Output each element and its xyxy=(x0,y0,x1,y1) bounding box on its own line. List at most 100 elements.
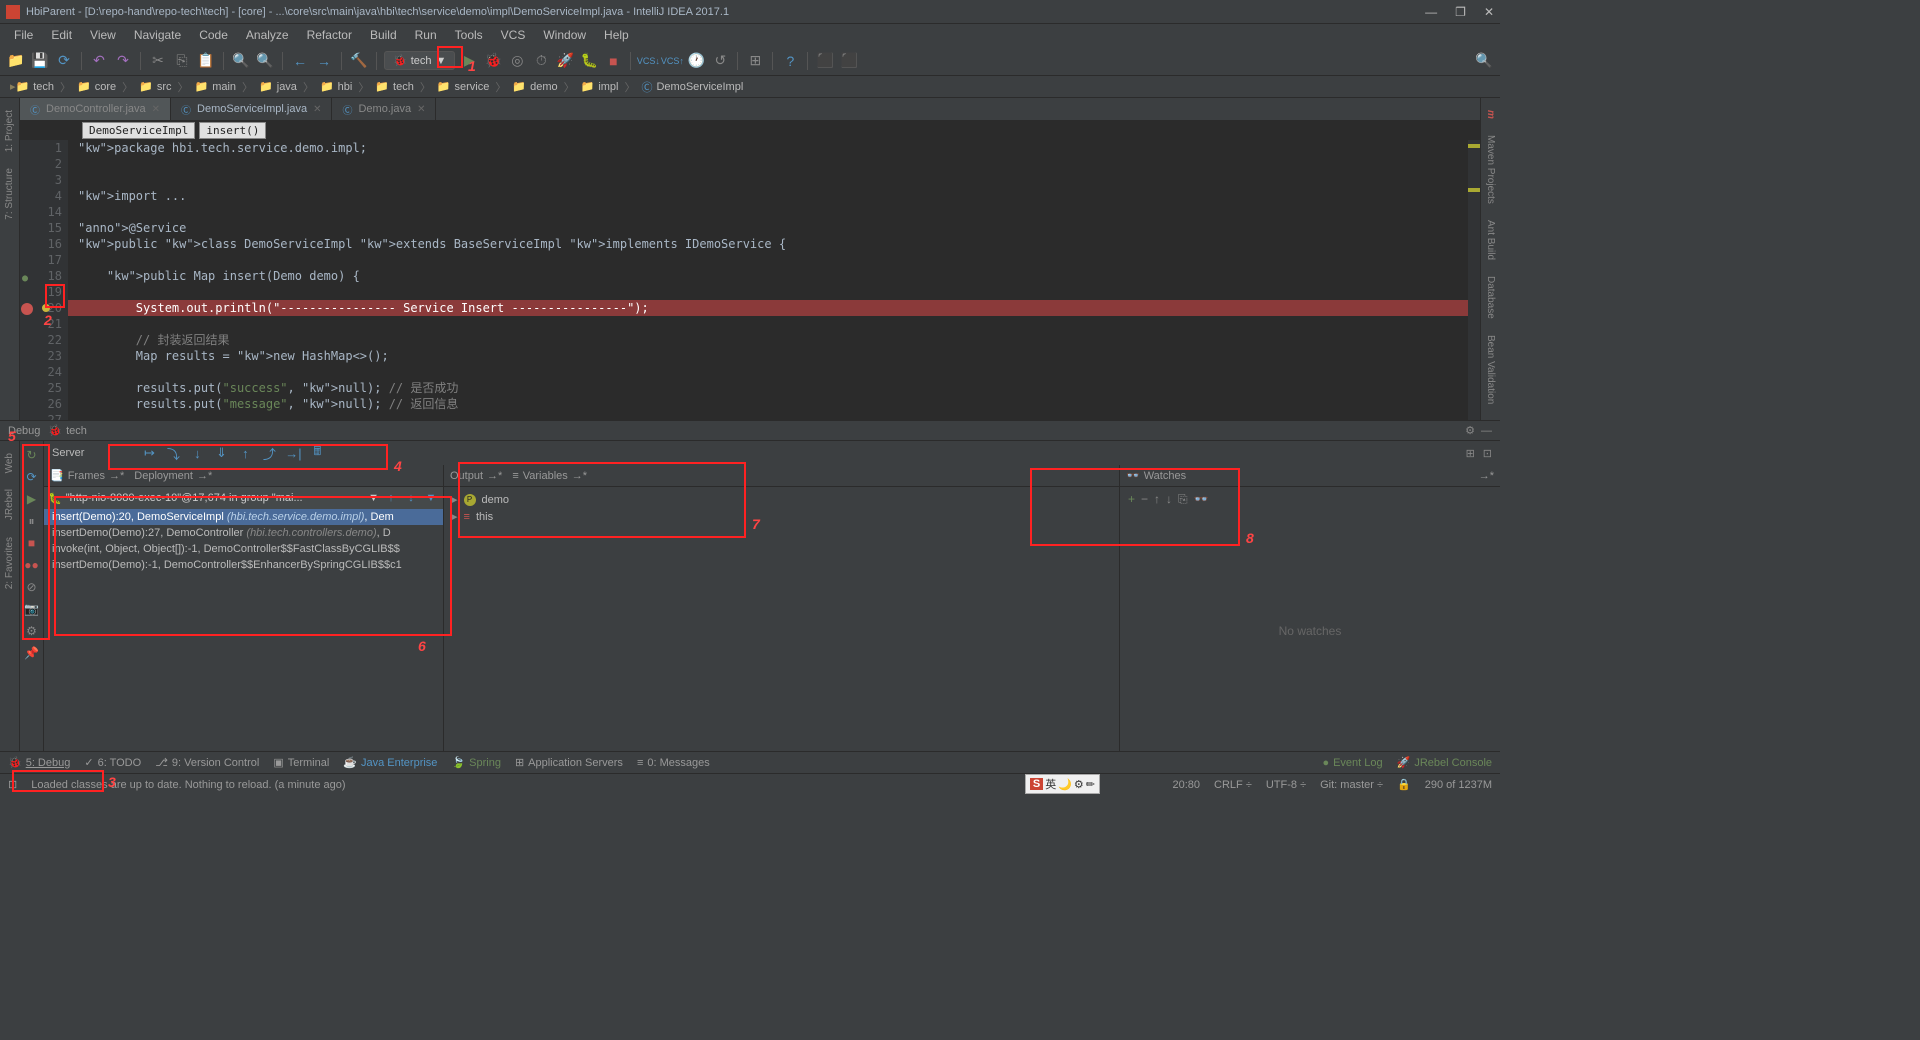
nav-demo[interactable]: 📁demo xyxy=(508,80,561,93)
web-tool-tab[interactable]: Web xyxy=(2,445,17,481)
coverage-icon[interactable]: ◎ xyxy=(507,51,527,71)
paste-icon[interactable]: 📋 xyxy=(196,51,216,71)
menu-build[interactable]: Build xyxy=(362,26,405,44)
project-tool-tab[interactable]: 1: Project xyxy=(2,102,17,160)
vcs-commit-icon[interactable]: VCS↑ xyxy=(662,51,682,71)
add-watch-icon[interactable]: + xyxy=(1128,492,1135,506)
redo-icon[interactable]: ↷ xyxy=(113,51,133,71)
evaluate-icon[interactable]: 🖩 xyxy=(308,444,326,462)
watches-tab[interactable]: 👓 Watches xyxy=(1126,469,1186,482)
step-out-icon[interactable]: ↑ xyxy=(236,444,254,462)
deployment-tab[interactable]: Deployment →* xyxy=(134,470,212,482)
minimize-button[interactable]: — xyxy=(1425,5,1437,19)
vcs-update-icon[interactable]: VCS↓ xyxy=(638,51,658,71)
editor-minimap[interactable] xyxy=(1468,140,1480,420)
structure-tool-tab[interactable]: 7: Structure xyxy=(2,160,17,228)
tab-democontroller[interactable]: Ⓒ DemoController.java ✕ xyxy=(20,98,171,120)
history-icon[interactable]: 🕐 xyxy=(686,51,706,71)
output-tab[interactable]: Output →* xyxy=(450,470,502,482)
tab-demoserviceimpl[interactable]: Ⓒ DemoServiceImpl.java ✕ xyxy=(171,98,332,120)
layout-icon[interactable]: ⊞ xyxy=(1466,447,1475,460)
ime-indicator[interactable]: S 英 🌙⚙✏ xyxy=(1025,774,1100,794)
close-icon[interactable]: ✕ xyxy=(313,104,321,115)
debug-icon[interactable]: 🐞 xyxy=(483,51,503,71)
nav-service[interactable]: 📁service xyxy=(433,80,494,93)
breakpoints-icon[interactable]: ●● xyxy=(24,557,40,573)
run-to-cursor-icon[interactable]: →| xyxy=(284,444,302,462)
resume-icon[interactable]: ▶ xyxy=(24,491,40,507)
nav-impl[interactable]: 📁impl xyxy=(577,80,623,93)
crumb-class[interactable]: DemoServiceImpl xyxy=(82,122,195,139)
nav-main[interactable]: 📁main xyxy=(191,80,241,93)
status-position[interactable]: 20:80 xyxy=(1173,779,1201,791)
frames-tab[interactable]: 📑 Frames →* xyxy=(50,469,124,482)
menu-view[interactable]: View xyxy=(82,26,124,44)
back-icon[interactable]: ← xyxy=(290,51,310,71)
menu-window[interactable]: Window xyxy=(535,26,594,44)
status-encoding[interactable]: UTF-8 ÷ xyxy=(1266,779,1306,791)
debug-settings-icon[interactable]: ⚙ xyxy=(1465,424,1475,437)
find-icon[interactable]: 🔍 xyxy=(231,51,251,71)
nav-java[interactable]: 📁java xyxy=(255,80,301,93)
frame-item[interactable]: insert(Demo):20, DemoServiceImpl (hbi.te… xyxy=(44,509,443,525)
maven-tool-label[interactable]: Maven Projects xyxy=(1483,127,1498,212)
bottom-messages[interactable]: ≡ 0: Messages xyxy=(637,757,710,769)
xrebel-icon[interactable]: ⬛ xyxy=(839,51,859,71)
ant-tool-tab[interactable]: Ant Build xyxy=(1483,212,1498,268)
show-exec-point-icon[interactable]: ↦ xyxy=(140,444,158,462)
bottom-todo[interactable]: ✓ 6: TODO xyxy=(84,756,141,769)
update-icon[interactable]: ⟳ xyxy=(24,469,40,485)
close-icon[interactable]: ✕ xyxy=(152,104,160,115)
nav-src[interactable]: 📁src xyxy=(135,80,175,93)
tab-demo[interactable]: Ⓒ Demo.java ✕ xyxy=(332,98,436,120)
restore-layout-icon[interactable]: ⊡ xyxy=(1483,447,1492,460)
server-tab[interactable]: Server xyxy=(52,447,84,459)
pause-icon[interactable]: ⏸ xyxy=(24,513,40,529)
search-everywhere-icon[interactable]: 🔍 xyxy=(1474,51,1494,71)
frame-item[interactable]: insertDemo(Demo):27, DemoController (hbi… xyxy=(44,525,443,541)
maximize-button[interactable]: ❐ xyxy=(1455,5,1466,19)
nav-tech2[interactable]: 📁tech xyxy=(371,80,418,93)
copy-watch-icon[interactable]: ⎘ xyxy=(1178,492,1188,507)
menu-run[interactable]: Run xyxy=(407,26,445,44)
jrebel-tool-tab[interactable]: JRebel xyxy=(2,481,17,528)
menu-tools[interactable]: Tools xyxy=(447,26,491,44)
sync-icon[interactable]: ⟳ xyxy=(54,51,74,71)
stop-debug-icon[interactable]: ■ xyxy=(24,535,40,551)
settings-debug-icon[interactable]: ⚙ xyxy=(24,623,40,639)
profiler-icon[interactable]: ⏱ xyxy=(531,51,551,71)
rerun-icon[interactable]: ↻ xyxy=(24,447,40,463)
menu-vcs[interactable]: VCS xyxy=(493,26,534,44)
frame-item[interactable]: invoke(int, Object, Object[]):-1, DemoCo… xyxy=(44,541,443,557)
code-editor[interactable]: 12341415161718●192021222324252627 "kw">p… xyxy=(20,140,1480,420)
status-memory[interactable]: 290 of 1237M xyxy=(1425,779,1492,791)
bottom-javaee[interactable]: ☕ Java Enterprise xyxy=(343,756,437,769)
close-button[interactable]: ✕ xyxy=(1484,5,1494,19)
nav-hbi[interactable]: 📁hbi xyxy=(316,80,356,93)
bottom-appservers[interactable]: ⊞ Application Servers xyxy=(515,756,623,769)
next-frame-icon[interactable]: ↓ xyxy=(403,492,419,504)
status-git[interactable]: Git: master ÷ xyxy=(1320,779,1383,791)
maven-tool-tab[interactable]: m xyxy=(1483,102,1498,127)
menu-analyze[interactable]: Analyze xyxy=(238,26,297,44)
status-line-ending[interactable]: CRLF ÷ xyxy=(1214,779,1252,791)
frame-item[interactable]: insertDemo(Demo):-1, DemoController$$Enh… xyxy=(44,557,443,573)
show-watches-icon[interactable]: 👓 xyxy=(1194,492,1209,506)
variables-tab[interactable]: ≡ Variables →* xyxy=(512,470,587,482)
jrebel-debug-icon[interactable]: 🐛 xyxy=(579,51,599,71)
stop-icon[interactable]: ■ xyxy=(603,51,623,71)
menu-navigate[interactable]: Navigate xyxy=(126,26,189,44)
watches-hide-icon[interactable]: →* xyxy=(1479,470,1494,482)
prev-frame-icon[interactable]: ↑ xyxy=(383,492,399,504)
revert-icon[interactable]: ↺ xyxy=(710,51,730,71)
force-step-into-icon[interactable]: ⇓ xyxy=(212,444,230,462)
menu-refactor[interactable]: Refactor xyxy=(299,26,360,44)
build-icon[interactable]: 🔨 xyxy=(349,51,369,71)
jrebel-icon[interactable]: ⬛ xyxy=(815,51,835,71)
run-config-selector[interactable]: 🐞 tech ▼ xyxy=(384,51,455,70)
favorites-tool-tab[interactable]: 2: Favorites xyxy=(2,529,17,597)
copy-icon[interactable]: ⎘ xyxy=(172,51,192,71)
status-icon[interactable]: ⊡ xyxy=(8,778,17,791)
variable-item[interactable]: ▸ ≡ this xyxy=(452,508,1111,525)
bottom-debug[interactable]: 🐞5: Debug xyxy=(8,756,70,769)
